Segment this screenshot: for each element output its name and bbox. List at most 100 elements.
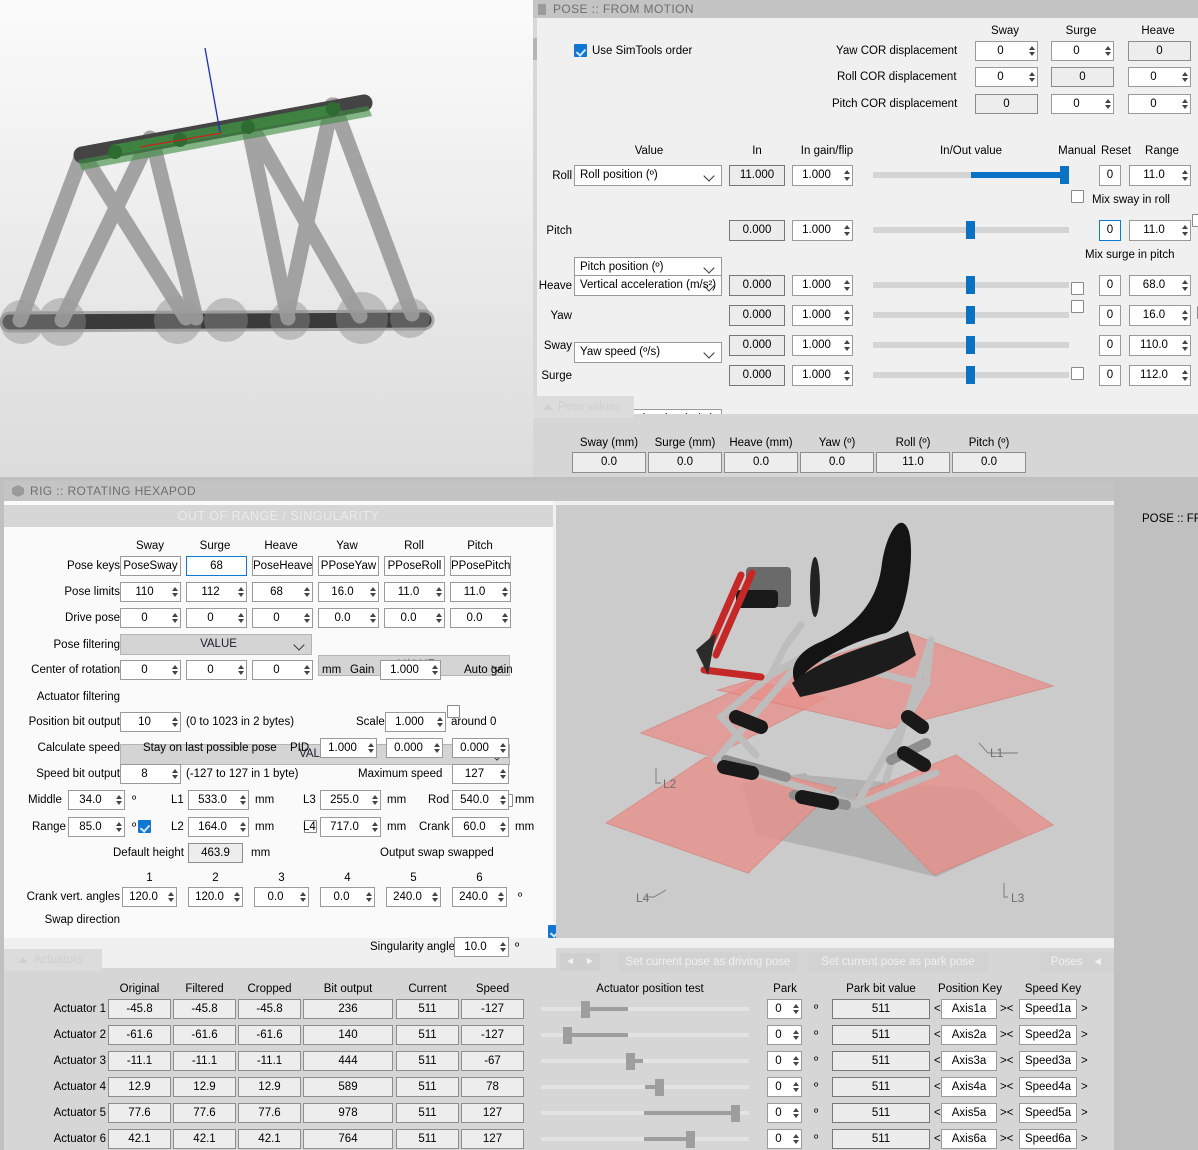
pose-limit-roll-spinner[interactable]: 11.0: [384, 582, 445, 602]
yaw-cor-sway-input[interactable]: 0: [975, 41, 1025, 61]
actuator-4-park-spin[interactable]: [789, 1077, 802, 1097]
l4-spin[interactable]: [368, 817, 381, 837]
middle-spin[interactable]: [112, 790, 125, 810]
pose-limit-surge[interactable]: 112: [186, 582, 234, 602]
actuator-1-park-spinner[interactable]: 0: [767, 999, 802, 1019]
pid-d-spinner[interactable]: 0.000: [452, 738, 509, 758]
cor-x[interactable]: 0: [120, 660, 168, 680]
rig-preview-viewport[interactable]: [0, 0, 533, 477]
crank-angle-2-spin[interactable]: [230, 887, 243, 907]
drive-pose-roll[interactable]: 0.0: [384, 608, 432, 628]
crank-angle-2[interactable]: 120.0: [188, 887, 230, 907]
pose-values-tab[interactable]: Pose values: [533, 396, 634, 418]
roll-range-spinner[interactable]: 11.0: [1129, 165, 1191, 186]
pose-key-sway[interactable]: PoseSway: [120, 556, 181, 576]
gain-input[interactable]: 1.000: [380, 660, 428, 680]
roll-cor-sway-input[interactable]: 0: [975, 67, 1025, 87]
l2-spinner[interactable]: 164.0: [188, 817, 249, 837]
roll-reset-input[interactable]: 0: [1099, 165, 1121, 186]
pose-limit-pitch-spinner[interactable]: 11.0: [450, 582, 511, 602]
pose-limit-heave[interactable]: 68: [252, 582, 300, 602]
pose-key-heave[interactable]: PoseHeave: [252, 556, 313, 576]
actuator-3-park[interactable]: 0: [767, 1051, 789, 1071]
yaw-source-combo[interactable]: Yaw speed (º/s): [574, 342, 722, 363]
pid-i-spinner[interactable]: 0.000: [386, 738, 443, 758]
actuator-4-thumb[interactable]: [655, 1079, 664, 1096]
actuator-6-park-spin[interactable]: [789, 1129, 802, 1149]
yaw-slider-thumb[interactable]: [966, 306, 975, 324]
pid-i[interactable]: 0.000: [386, 738, 430, 758]
pose-limit-yaw-spinner[interactable]: 16.0: [318, 582, 379, 602]
l1-spin[interactable]: [236, 790, 249, 810]
pid-d-spin[interactable]: [496, 738, 509, 758]
pitch-cor-heave-spin[interactable]: [1178, 94, 1191, 114]
surge-reset-input[interactable]: 0: [1099, 365, 1121, 386]
crank-angle-3-spinner[interactable]: 0.0: [254, 887, 309, 907]
sway-gain-input[interactable]: 1.000: [792, 335, 840, 356]
set-driving-pose-button[interactable]: Set current pose as driving pose: [618, 952, 798, 972]
drive-pose-heave[interactable]: 0: [252, 608, 300, 628]
actuator-3-position-key[interactable]: Axis3a: [941, 1051, 997, 1071]
actuator-4-park[interactable]: 0: [767, 1077, 789, 1097]
pose-limit-yaw[interactable]: 16.0: [318, 582, 366, 602]
l3-spin[interactable]: [368, 790, 381, 810]
yaw-cor-surge-input[interactable]: 0: [1051, 41, 1101, 61]
drive-pose-yaw[interactable]: 0.0: [318, 608, 366, 628]
pose-limit-pitch-spin[interactable]: [498, 582, 511, 602]
actuator-1-position-key[interactable]: Axis1a: [941, 999, 997, 1019]
singularity-angle-spin[interactable]: [496, 937, 509, 957]
pitch-gain-input[interactable]: 1.000: [792, 220, 840, 241]
pitch-range-spinner[interactable]: 11.0: [1129, 220, 1191, 241]
pose-limit-yaw-spin[interactable]: [366, 582, 379, 602]
heave-gain-input[interactable]: 1.000: [792, 275, 840, 296]
l2-input[interactable]: 164.0: [188, 817, 236, 837]
actuator-2-park-spin[interactable]: [789, 1025, 802, 1045]
surge-gain-input[interactable]: 1.000: [792, 365, 840, 386]
yaw-cor-sway-spin[interactable]: [1025, 41, 1038, 61]
crank-angle-1-spinner[interactable]: 120.0: [122, 887, 177, 907]
l3-input[interactable]: 255.0: [320, 790, 368, 810]
actuator-2-park[interactable]: 0: [767, 1025, 789, 1045]
actuator-2-park-spinner[interactable]: 0: [767, 1025, 802, 1045]
crank-angle-1-spin[interactable]: [164, 887, 177, 907]
sway-inout-slider[interactable]: [873, 335, 1069, 355]
actuator-6-test-slider[interactable]: [541, 1129, 749, 1149]
rod-spinner[interactable]: 540.0: [452, 790, 509, 810]
yaw-range-spinner[interactable]: 16.0: [1129, 305, 1191, 326]
drive-pose-pitch-spin[interactable]: [498, 608, 511, 628]
roll-cor-heave-input[interactable]: 0: [1128, 67, 1178, 87]
roll-inout-slider[interactable]: [873, 165, 1069, 185]
pitch-reset-input[interactable]: 0: [1099, 220, 1121, 241]
actuator-3-speed-key[interactable]: Speed3a: [1019, 1051, 1077, 1071]
roll-range-spin[interactable]: [1178, 165, 1191, 186]
crank-spinner[interactable]: 60.0: [452, 817, 509, 837]
middle-spinner[interactable]: 34.0: [68, 790, 125, 810]
actuator-5-park[interactable]: 0: [767, 1103, 789, 1123]
pose-key-surge[interactable]: 68: [186, 556, 247, 576]
pose-limit-heave-spin[interactable]: [300, 582, 313, 602]
roll-gain-input[interactable]: 1.000: [792, 165, 840, 186]
drive-pose-surge-spin[interactable]: [234, 608, 247, 628]
actuator-4-speed-key[interactable]: Speed4a: [1019, 1077, 1077, 1097]
actuator-5-park-spin[interactable]: [789, 1103, 802, 1123]
heave-range-input[interactable]: 68.0: [1129, 275, 1178, 296]
maximum-speed-spinner[interactable]: 127: [452, 764, 509, 784]
crank-angle-2-spinner[interactable]: 120.0: [188, 887, 243, 907]
cor-z-spin[interactable]: [300, 660, 313, 680]
gain-spin[interactable]: [428, 660, 441, 680]
scale-input[interactable]: 1.000: [385, 712, 433, 732]
rig-3d-viewport[interactable]: L1 L2 L3 L4: [556, 505, 1114, 938]
pose-next-button[interactable]: ►: [580, 953, 600, 971]
l3-spinner[interactable]: 255.0: [320, 790, 381, 810]
yaw-range-spin[interactable]: [1178, 305, 1191, 326]
pid-p[interactable]: 1.000: [320, 738, 364, 758]
singularity-angle-spinner[interactable]: 10.0: [454, 937, 509, 957]
position-bit-output-spin[interactable]: [168, 712, 181, 732]
crank-angle-4[interactable]: 0.0: [320, 887, 362, 907]
roll-slider-thumb[interactable]: [1060, 166, 1069, 184]
actuator-5-speed-key[interactable]: Speed5a: [1019, 1103, 1077, 1123]
yaw-cor-surge-spinner[interactable]: 0: [1051, 41, 1114, 61]
pose-limit-heave-spinner[interactable]: 68: [252, 582, 313, 602]
actuator-3-thumb[interactable]: [626, 1053, 635, 1070]
drive-pose-sway[interactable]: 0: [120, 608, 168, 628]
